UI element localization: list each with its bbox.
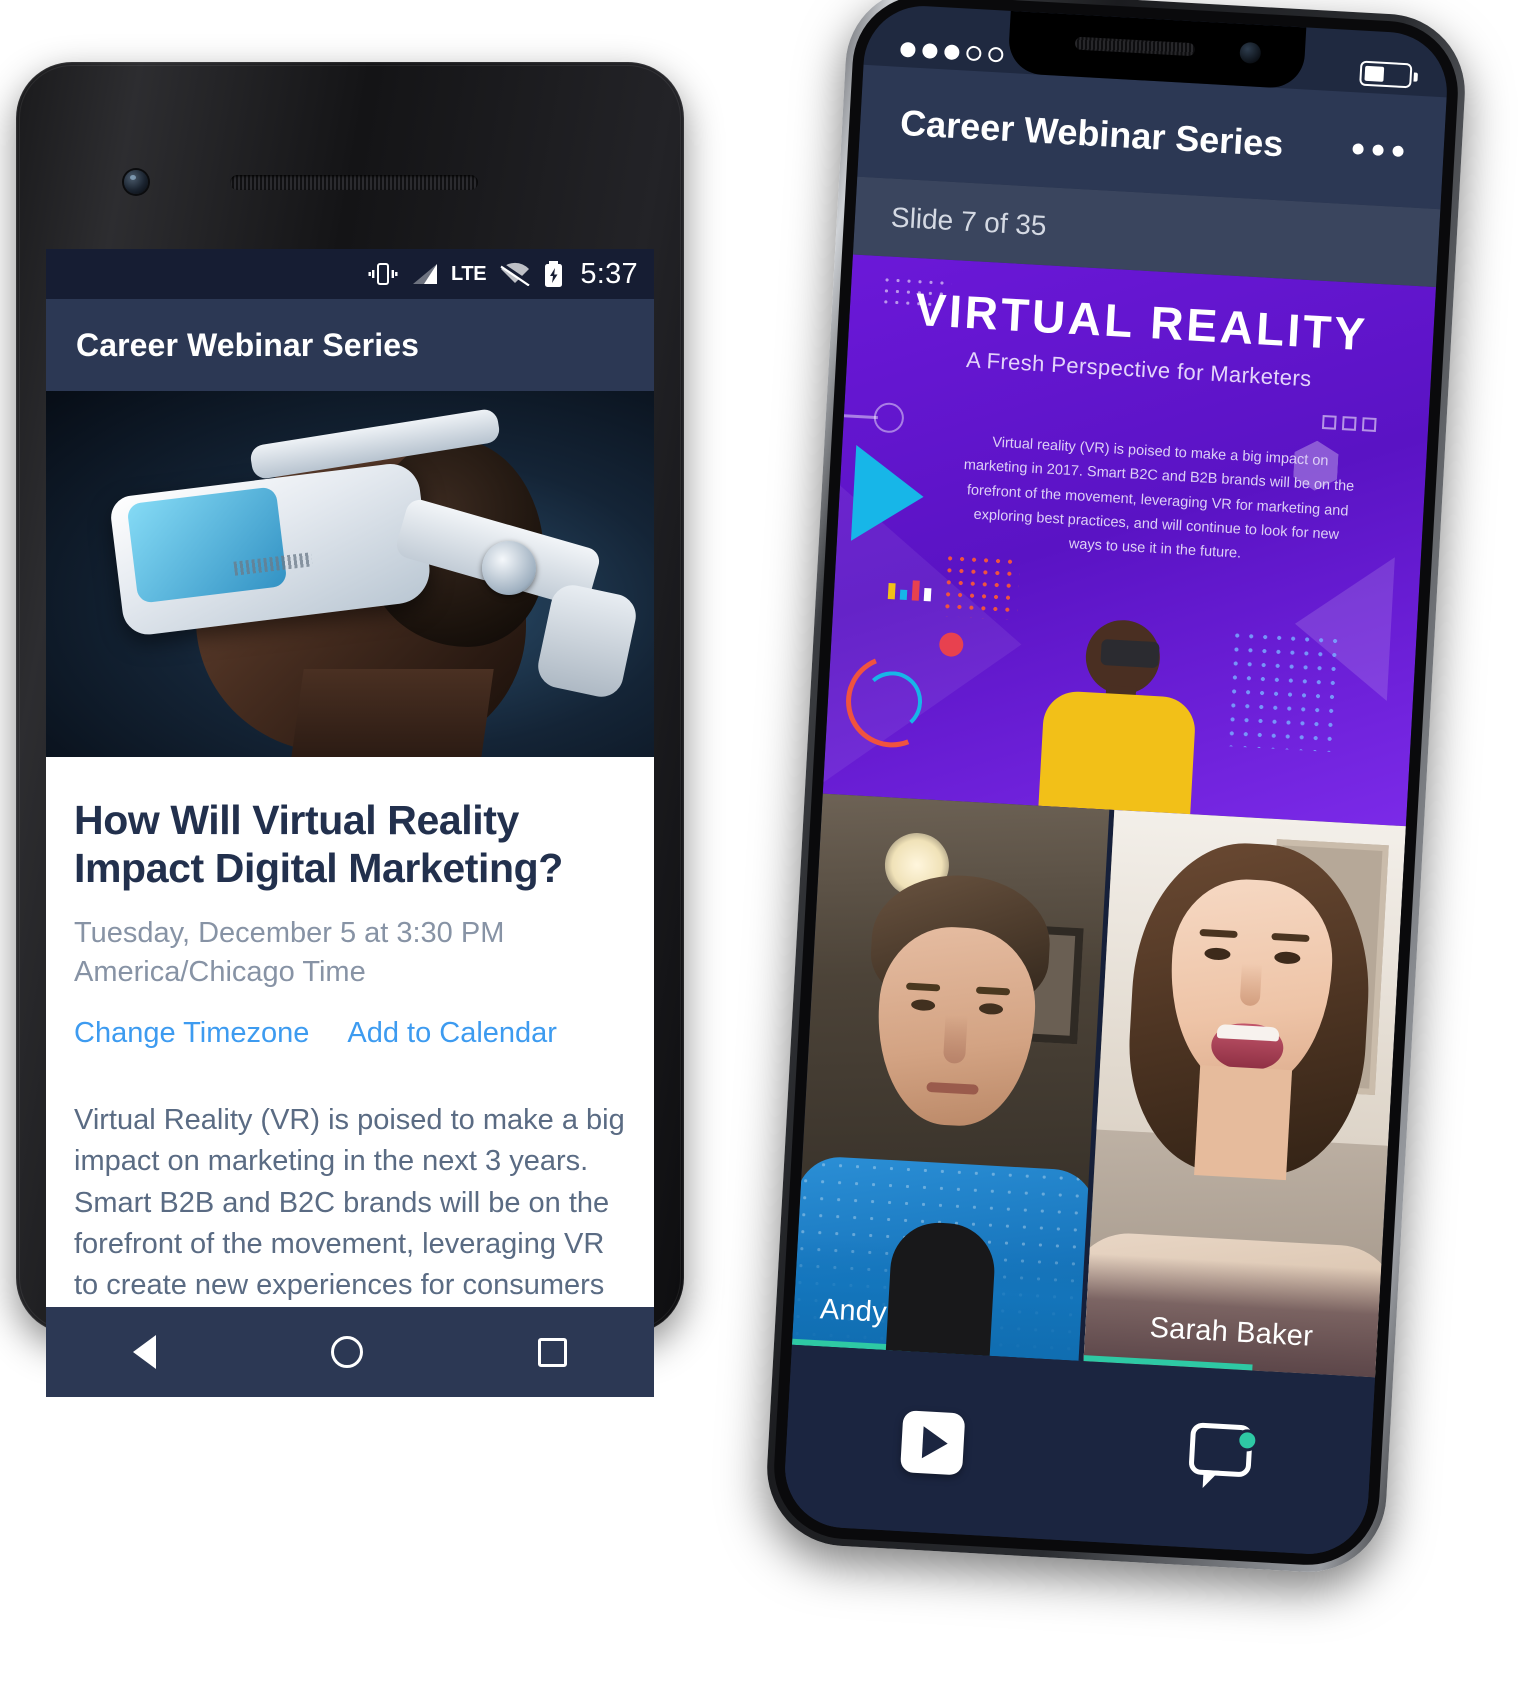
presenter-video-grid: Andy Davis bbox=[791, 793, 1406, 1378]
play-control-area bbox=[785, 1404, 1080, 1482]
battery-fill bbox=[1364, 65, 1385, 82]
decor-squares bbox=[1321, 414, 1377, 432]
change-timezone-link[interactable]: Change Timezone bbox=[74, 1017, 309, 1050]
webinar-datetime: Tuesday, December 5 at 3:30 PM bbox=[74, 917, 505, 950]
network-type-label: LTE bbox=[450, 262, 487, 285]
slide-counter-label: Slide 7 of 35 bbox=[890, 201, 1048, 242]
android-status-bar: LTE 5:37 bbox=[46, 249, 654, 299]
android-top-hardware bbox=[16, 62, 684, 200]
hero-neck-shape bbox=[288, 669, 494, 757]
illustration-vr-headset bbox=[1100, 638, 1160, 669]
android-screen: LTE 5:37 Career Webinar Series How Will … bbox=[46, 249, 654, 1397]
presenter-nose bbox=[942, 1014, 968, 1065]
signal-dot bbox=[922, 42, 938, 59]
more-options-icon[interactable] bbox=[1352, 142, 1404, 157]
presenter-nose bbox=[1239, 963, 1262, 1007]
battery-charging-icon bbox=[544, 260, 563, 288]
webinar-actions: Change Timezone Add to Calendar bbox=[74, 1017, 626, 1050]
presenter-video-tile[interactable]: Sarah Baker bbox=[1083, 809, 1406, 1378]
illustration-body bbox=[1038, 689, 1197, 815]
android-navigation-bar bbox=[46, 1307, 654, 1397]
presenter-neck bbox=[1194, 1065, 1293, 1181]
webinar-hero-image bbox=[46, 391, 654, 757]
back-icon[interactable] bbox=[133, 1335, 157, 1369]
status-bar-clock: 5:37 bbox=[580, 257, 638, 290]
chat-unread-badge bbox=[1235, 1428, 1259, 1452]
wifi-off-icon bbox=[499, 262, 531, 286]
webinar-details: How Will Virtual Reality Impact Digital … bbox=[46, 757, 654, 1348]
signal-strength-icon bbox=[900, 41, 1004, 63]
front-camera-icon bbox=[124, 170, 148, 194]
presenter-video-tile[interactable]: Andy Davis bbox=[791, 793, 1115, 1362]
webinar-title: How Will Virtual Reality Impact Digital … bbox=[74, 797, 563, 891]
vr-headset-lens bbox=[126, 486, 288, 604]
play-icon[interactable] bbox=[900, 1410, 966, 1476]
presentation-slide[interactable]: VIRTUAL REALITY A Fresh Perspective for … bbox=[822, 254, 1437, 827]
battery-icon bbox=[1359, 60, 1413, 88]
signal-icon bbox=[411, 262, 438, 286]
presenter-undershirt bbox=[885, 1220, 997, 1356]
iphone-device: Career Webinar Series Slide 7 of 35 VIRT… bbox=[762, 0, 1470, 1577]
decor-illustration-person bbox=[1029, 616, 1209, 815]
decor-triangle-cyan bbox=[850, 444, 927, 545]
slide-body-text: Virtual reality (VR) is poised to make a… bbox=[963, 434, 1355, 563]
decor-bars bbox=[887, 579, 932, 602]
app-title: Career Webinar Series bbox=[899, 101, 1285, 165]
vr-headset-dial bbox=[482, 541, 536, 595]
chat-control-area bbox=[1077, 1416, 1372, 1502]
signal-dot bbox=[943, 43, 960, 60]
presenter-name: Sarah Baker bbox=[1148, 1311, 1314, 1353]
android-app-bar: Career Webinar Series bbox=[46, 299, 654, 391]
ios-control-bar bbox=[781, 1344, 1376, 1558]
decor-line bbox=[843, 414, 878, 419]
webinar-timezone: America/Chicago Time bbox=[74, 955, 366, 988]
decor-dot-grid-blue bbox=[1224, 628, 1343, 753]
app-title: Career Webinar Series bbox=[76, 326, 420, 363]
android-phone-device: LTE 5:37 Career Webinar Series How Will … bbox=[16, 62, 684, 1397]
ios-screen: Career Webinar Series Slide 7 of 35 VIRT… bbox=[781, 2, 1451, 1558]
add-to-calendar-link[interactable]: Add to Calendar bbox=[347, 1017, 557, 1050]
decor-dot-grid-red bbox=[940, 552, 1021, 621]
screenshot-stage: LTE 5:37 Career Webinar Series How Will … bbox=[0, 0, 1524, 1686]
recents-icon[interactable] bbox=[537, 1337, 567, 1367]
chat-icon[interactable] bbox=[1187, 1422, 1261, 1496]
home-icon[interactable] bbox=[330, 1336, 363, 1368]
vibrate-icon bbox=[368, 261, 398, 287]
signal-dot bbox=[987, 46, 1004, 63]
earpiece-speaker bbox=[230, 175, 478, 190]
signal-dot bbox=[965, 45, 982, 61]
signal-dot bbox=[900, 41, 916, 58]
